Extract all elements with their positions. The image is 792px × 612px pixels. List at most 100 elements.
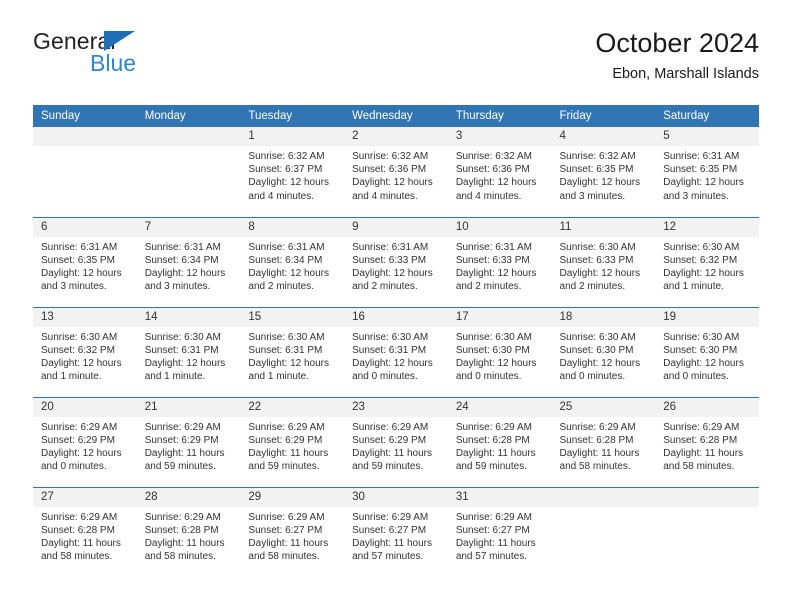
sunset-time: Sunset: 6:34 PM <box>248 254 323 266</box>
sun-details: Sunrise: 6:29 AM Sunset: 6:27 PM Daylight:… <box>240 507 344 564</box>
calendar-day-cell[interactable]: 30 Sunrise: 6:29 AM Sunset: 6:27 PM Dayligh… <box>344 486 448 577</box>
daylight-duration-line2: and 59 minutes. <box>248 461 320 473</box>
calendar-day-cell[interactable]: 11 Sunrise: 6:30 AM Sunset: 6:33 PM Dayligh… <box>551 216 656 307</box>
calendar-day-cell[interactable]: 26 Sunrise: 6:29 AM Sunset: 6:28 PM Dayligh… <box>655 396 759 487</box>
sunrise-time: Sunrise: 6:30 AM <box>559 331 636 343</box>
sunset-time: Sunset: 6:28 PM <box>144 524 219 536</box>
sunrise-time: Sunrise: 6:29 AM <box>455 511 532 523</box>
calendar-day-cell[interactable] <box>551 486 656 577</box>
calendar-day-cell[interactable] <box>33 127 137 217</box>
sun-details: Sunrise: 6:29 AM Sunset: 6:28 PM Daylight:… <box>33 507 137 564</box>
day-cell-filled: 14 Sunrise: 6:30 AM Sunset: 6:31 PM Dayligh… <box>136 307 241 397</box>
day-number <box>655 487 759 507</box>
weekday-header-sunday: Sunday <box>33 105 137 127</box>
calendar-day-cell[interactable]: 21 Sunrise: 6:29 AM Sunset: 6:29 PM Dayligh… <box>136 396 241 487</box>
sun-details: Sunrise: 6:30 AM Sunset: 6:32 PM Daylight:… <box>33 327 137 384</box>
calendar-day-cell[interactable]: 8 Sunrise: 6:31 AM Sunset: 6:34 PM Daylight… <box>240 216 345 307</box>
daylight-duration-line1: Daylight: 12 hours <box>144 357 226 369</box>
sunrise-time: Sunrise: 6:30 AM <box>663 241 740 253</box>
calendar-day-cell[interactable]: 1 Sunrise: 6:32 AM Sunset: 6:37 PM Daylight… <box>240 127 345 217</box>
daylight-duration-line2: and 3 minutes. <box>559 190 626 202</box>
day-cell-empty <box>33 127 137 216</box>
daylight-duration-line2: and 58 minutes. <box>41 551 113 563</box>
daylight-duration-line2: and 58 minutes. <box>248 551 320 563</box>
daylight-duration-line2: and 59 minutes. <box>455 461 527 473</box>
calendar-day-cell[interactable]: 10 Sunrise: 6:31 AM Sunset: 6:33 PM Dayligh… <box>447 216 552 307</box>
sunset-time: Sunset: 6:33 PM <box>559 254 634 266</box>
day-number: 26 <box>655 397 759 417</box>
calendar-day-cell[interactable]: 24 Sunrise: 6:29 AM Sunset: 6:28 PM Dayligh… <box>447 396 552 487</box>
calendar-day-cell[interactable]: 3 Sunrise: 6:32 AM Sunset: 6:36 PM Daylight… <box>447 127 552 217</box>
page-header: General Blue October 2024 Ebon, Marshall… <box>33 28 759 90</box>
calendar-day-cell[interactable]: 19 Sunrise: 6:30 AM Sunset: 6:30 PM Dayligh… <box>655 306 759 397</box>
daylight-duration-line1: Daylight: 12 hours <box>559 177 641 189</box>
sunset-time: Sunset: 6:28 PM <box>559 434 634 446</box>
daylight-duration-line1: Daylight: 12 hours <box>663 177 744 189</box>
daylight-duration-line2: and 0 minutes. <box>455 371 522 383</box>
calendar-day-cell[interactable]: 29 Sunrise: 6:29 AM Sunset: 6:27 PM Dayligh… <box>240 486 345 577</box>
sunrise-time: Sunrise: 6:31 AM <box>248 241 325 253</box>
weekday-header-tuesday: Tuesday <box>240 105 345 127</box>
calendar-day-cell[interactable]: 2 Sunrise: 6:32 AM Sunset: 6:36 PM Daylight… <box>344 127 448 217</box>
day-cell-filled: 29 Sunrise: 6:29 AM Sunset: 6:27 PM Dayligh… <box>240 487 345 577</box>
calendar-day-cell[interactable]: 9 Sunrise: 6:31 AM Sunset: 6:33 PM Daylight… <box>344 216 448 307</box>
calendar-day-cell[interactable]: 7 Sunrise: 6:31 AM Sunset: 6:34 PM Daylight… <box>136 216 241 307</box>
calendar-day-cell[interactable]: 4 Sunrise: 6:32 AM Sunset: 6:35 PM Daylight… <box>551 127 656 217</box>
day-number: 25 <box>551 397 656 417</box>
day-cell-filled: 18 Sunrise: 6:30 AM Sunset: 6:30 PM Dayligh… <box>551 307 656 397</box>
calendar-day-cell[interactable]: 27 Sunrise: 6:29 AM Sunset: 6:28 PM Dayligh… <box>33 486 137 577</box>
daylight-duration-line1: Daylight: 12 hours <box>663 357 744 369</box>
sun-details: Sunrise: 6:29 AM Sunset: 6:27 PM Daylight:… <box>344 507 448 564</box>
day-cell-filled: 13 Sunrise: 6:30 AM Sunset: 6:32 PM Dayligh… <box>33 307 137 397</box>
sunrise-time: Sunrise: 6:32 AM <box>559 151 636 162</box>
calendar-day-cell[interactable]: 13 Sunrise: 6:30 AM Sunset: 6:32 PM Dayligh… <box>33 306 137 397</box>
calendar-day-cell[interactable]: 31 Sunrise: 6:29 AM Sunset: 6:27 PM Dayligh… <box>447 486 552 577</box>
calendar-week-row: 20 Sunrise: 6:29 AM Sunset: 6:29 PM Dayligh… <box>33 396 759 487</box>
day-number <box>136 127 241 146</box>
day-cell-filled: 3 Sunrise: 6:32 AM Sunset: 6:36 PM Daylight… <box>447 127 552 216</box>
sun-details: Sunrise: 6:29 AM Sunset: 6:28 PM Daylight:… <box>552 417 656 474</box>
sun-details: Sunrise: 6:31 AM Sunset: 6:34 PM Daylight:… <box>240 237 344 294</box>
day-number: 6 <box>33 217 137 237</box>
sun-details: Sunrise: 6:30 AM Sunset: 6:30 PM Daylight:… <box>448 327 552 384</box>
calendar-day-cell[interactable]: 16 Sunrise: 6:30 AM Sunset: 6:31 PM Dayligh… <box>344 306 448 397</box>
logo-word-blue: Blue <box>90 50 137 76</box>
daylight-duration-line1: Daylight: 12 hours <box>41 267 122 279</box>
daylight-duration-line2: and 1 minute. <box>144 371 206 383</box>
calendar-day-cell[interactable]: 14 Sunrise: 6:30 AM Sunset: 6:31 PM Dayligh… <box>136 306 241 397</box>
calendar-day-cell[interactable]: 5 Sunrise: 6:31 AM Sunset: 6:35 PM Daylight… <box>655 127 759 217</box>
calendar-day-cell[interactable]: 22 Sunrise: 6:29 AM Sunset: 6:29 PM Dayligh… <box>240 396 345 487</box>
sun-details: Sunrise: 6:30 AM Sunset: 6:31 PM Daylight:… <box>240 327 344 384</box>
calendar-day-cell[interactable] <box>136 127 241 217</box>
daylight-duration-line2: and 0 minutes. <box>352 371 418 383</box>
sun-details: Sunrise: 6:31 AM Sunset: 6:35 PM Daylight:… <box>33 237 137 294</box>
calendar-day-cell[interactable]: 6 Sunrise: 6:31 AM Sunset: 6:35 PM Daylight… <box>33 216 137 307</box>
calendar-day-cell[interactable]: 18 Sunrise: 6:30 AM Sunset: 6:30 PM Dayligh… <box>551 306 656 397</box>
day-cell-filled: 31 Sunrise: 6:29 AM Sunset: 6:27 PM Dayligh… <box>447 487 552 577</box>
daylight-duration-line2: and 1 minute. <box>663 281 724 293</box>
day-cell-filled: 8 Sunrise: 6:31 AM Sunset: 6:34 PM Daylight… <box>240 217 345 307</box>
calendar-day-cell[interactable]: 25 Sunrise: 6:29 AM Sunset: 6:28 PM Dayligh… <box>551 396 656 487</box>
sun-details: Sunrise: 6:29 AM Sunset: 6:29 PM Daylight:… <box>240 417 344 474</box>
calendar-day-cell[interactable]: 28 Sunrise: 6:29 AM Sunset: 6:28 PM Dayligh… <box>136 486 241 577</box>
calendar-day-cell[interactable]: 20 Sunrise: 6:29 AM Sunset: 6:29 PM Dayligh… <box>33 396 137 487</box>
daylight-duration-line2: and 57 minutes. <box>352 551 424 563</box>
daylight-duration-line2: and 2 minutes. <box>248 281 315 293</box>
sunrise-time: Sunrise: 6:31 AM <box>41 241 118 253</box>
day-number: 22 <box>240 397 345 417</box>
calendar-day-cell[interactable]: 12 Sunrise: 6:30 AM Sunset: 6:32 PM Dayligh… <box>655 216 759 307</box>
daylight-duration-line1: Daylight: 12 hours <box>559 357 641 369</box>
calendar-day-cell[interactable]: 17 Sunrise: 6:30 AM Sunset: 6:30 PM Dayligh… <box>447 306 552 397</box>
daylight-duration-line1: Daylight: 12 hours <box>248 177 330 189</box>
general-blue-logo[interactable]: General Blue <box>33 28 273 86</box>
daylight-duration-line1: Daylight: 12 hours <box>41 447 122 459</box>
daylight-duration-line2: and 3 minutes. <box>41 281 107 293</box>
daylight-duration-line1: Daylight: 12 hours <box>663 267 744 279</box>
day-number <box>551 487 656 507</box>
day-cell-filled: 24 Sunrise: 6:29 AM Sunset: 6:28 PM Dayligh… <box>447 397 552 487</box>
calendar-day-cell[interactable]: 23 Sunrise: 6:29 AM Sunset: 6:29 PM Dayligh… <box>344 396 448 487</box>
calendar-day-cell[interactable]: 15 Sunrise: 6:30 AM Sunset: 6:31 PM Dayligh… <box>240 306 345 397</box>
sunrise-time: Sunrise: 6:30 AM <box>41 331 118 343</box>
day-number: 4 <box>551 127 656 146</box>
calendar-day-cell[interactable] <box>655 486 759 577</box>
